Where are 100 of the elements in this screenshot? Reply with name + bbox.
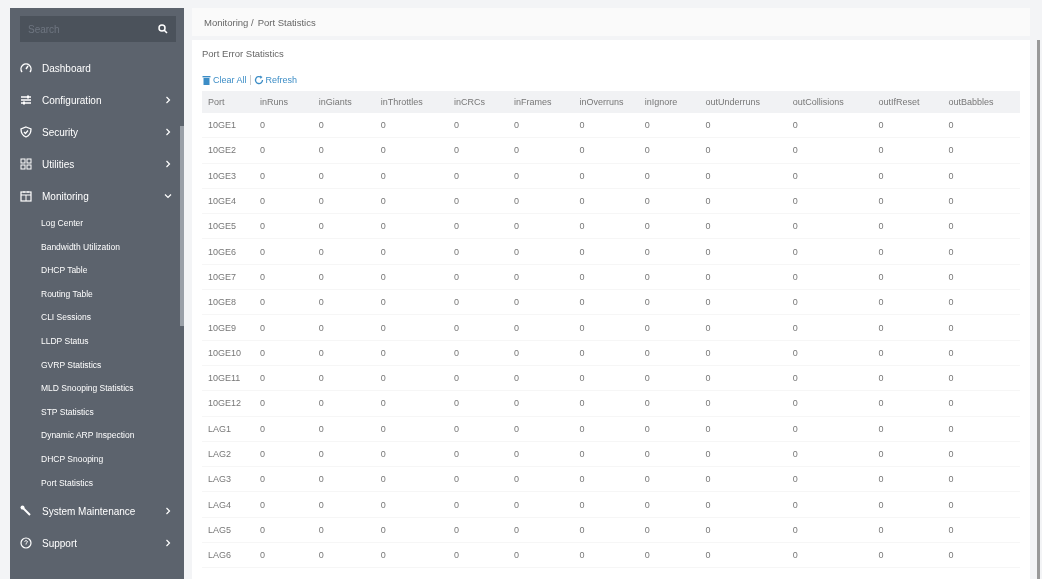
table-cell: LAG5 [202, 517, 254, 543]
table-cell: 0 [447, 264, 508, 290]
table-cell: 0 [699, 239, 787, 265]
column-header[interactable]: inFrames [507, 91, 574, 113]
table-cell: 0 [699, 416, 787, 442]
table-cell: 0 [312, 188, 375, 214]
table-cell: 0 [942, 188, 1020, 214]
submenu-item[interactable]: CLI Sessions [10, 306, 184, 330]
table-cell: 0 [507, 289, 574, 315]
table-cell: 0 [573, 542, 639, 568]
column-header[interactable]: outBabbles [942, 91, 1020, 113]
submenu-item[interactable]: MLD Snooping Statistics [10, 377, 184, 401]
panel-title: Port Error Statistics [202, 47, 285, 61]
nav-item[interactable]: Monitoring [10, 180, 184, 212]
table-cell: 0 [507, 466, 574, 492]
table-cell: 0 [942, 340, 1020, 366]
column-header[interactable]: inIgnore [638, 91, 700, 113]
column-header[interactable]: Port [202, 91, 254, 113]
submenu-item[interactable]: STP Statistics [10, 400, 184, 425]
table-cell: 0 [254, 542, 313, 568]
table-cell: 0 [312, 416, 375, 442]
table-cell: 0 [573, 137, 639, 164]
table-cell: 0 [254, 390, 313, 417]
table-cell: 0 [507, 340, 574, 366]
table-cell: 0 [573, 390, 639, 417]
submenu-item[interactable]: Dynamic ARP Inspection [10, 424, 184, 448]
table-cell: 0 [374, 239, 448, 265]
breadcrumb-item[interactable]: Port Statistics [257, 16, 316, 28]
table-cell: 0 [699, 137, 787, 164]
submenu-item[interactable]: Port Statistics [10, 471, 184, 496]
table-cell: 0 [573, 239, 639, 265]
table-cell: 0 [942, 441, 1020, 467]
table-cell: 0 [942, 416, 1020, 442]
table-cell: 0 [638, 542, 700, 568]
table-cell: 0 [872, 163, 943, 189]
submenu-item[interactable]: Routing Table [10, 282, 184, 307]
refresh-button[interactable]: Refresh [253, 75, 298, 85]
table-cell: 0 [786, 365, 873, 391]
table-cell: 0 [942, 390, 1020, 417]
column-header[interactable]: inOverruns [573, 91, 639, 113]
table-cell: 0 [638, 264, 700, 290]
table-cell: 0 [942, 137, 1020, 164]
table-cell: 0 [942, 314, 1020, 341]
table-cell: 0 [507, 314, 574, 341]
table-cell: 0 [374, 390, 448, 417]
submenu-item[interactable]: Bandwidth Utilization [10, 235, 184, 260]
table-cell: 0 [254, 314, 313, 341]
nav-item[interactable]: Support [10, 527, 184, 560]
scrollbar[interactable] [1037, 40, 1040, 579]
column-header[interactable]: outIfReset [872, 91, 943, 113]
nav-item[interactable]: Security [10, 116, 184, 148]
table-cell: 0 [942, 264, 1020, 290]
clear-all-button[interactable]: Clear All [202, 75, 247, 85]
table-cell: 0 [374, 113, 448, 138]
column-header[interactable]: outUnderruns [699, 91, 787, 113]
submenu-item[interactable]: LLDP Status [10, 329, 184, 354]
table-cell: 0 [786, 289, 873, 315]
column-header[interactable]: inThrottles [374, 91, 448, 113]
table-cell: 0 [573, 163, 639, 189]
table-cell: 0 [699, 314, 787, 341]
table-cell: 0 [447, 491, 508, 518]
table-cell: 0 [699, 466, 787, 492]
table-cell: 0 [699, 542, 787, 568]
scrollbar-thumb[interactable] [180, 126, 184, 326]
table-cell: 0 [638, 137, 700, 164]
table-cell: 10GE12 [202, 390, 254, 417]
nav-item[interactable]: Utilities [10, 148, 184, 180]
column-header[interactable]: inGiants [312, 91, 375, 113]
table-cell: 0 [638, 188, 700, 214]
table-cell: 0 [872, 289, 943, 315]
table-cell: 0 [786, 466, 873, 492]
table-cell: 0 [447, 137, 508, 164]
table-cell: 0 [447, 113, 508, 138]
table-cell: 0 [786, 163, 873, 189]
submenu-item[interactable]: Log Center [10, 212, 184, 236]
table-cell: 10GE3 [202, 163, 254, 189]
table-cell: LAG6 [202, 542, 254, 568]
table-cell: 0 [374, 542, 448, 568]
table-cell: 0 [942, 113, 1020, 138]
column-header[interactable]: outCollisions [786, 91, 873, 113]
table-cell: 0 [312, 264, 375, 290]
table-cell: 0 [507, 365, 574, 391]
submenu-item[interactable]: DHCP Snooping [10, 447, 184, 472]
table-cell: 0 [699, 264, 787, 290]
column-header[interactable]: inCRCs [447, 91, 508, 113]
nav-item[interactable]: System Maintenance [10, 495, 184, 528]
nav-item[interactable]: Dashboard [10, 52, 184, 84]
submenu-item[interactable]: DHCP Table [10, 259, 184, 283]
table-cell: 0 [507, 491, 574, 518]
column-header[interactable]: inRuns [254, 91, 313, 113]
table-cell: 0 [573, 289, 639, 315]
table-cell: 0 [638, 239, 700, 265]
table-cell: 0 [786, 239, 873, 265]
table-cell: 0 [507, 517, 574, 543]
table-cell: 10GE4 [202, 188, 254, 214]
nav-item[interactable]: Configuration [10, 84, 184, 116]
table-cell: 0 [254, 163, 313, 189]
table-cell: 0 [942, 365, 1020, 391]
breadcrumb-item[interactable]: Monitoring / [204, 16, 254, 28]
submenu-item[interactable]: GVRP Statistics [10, 353, 184, 378]
